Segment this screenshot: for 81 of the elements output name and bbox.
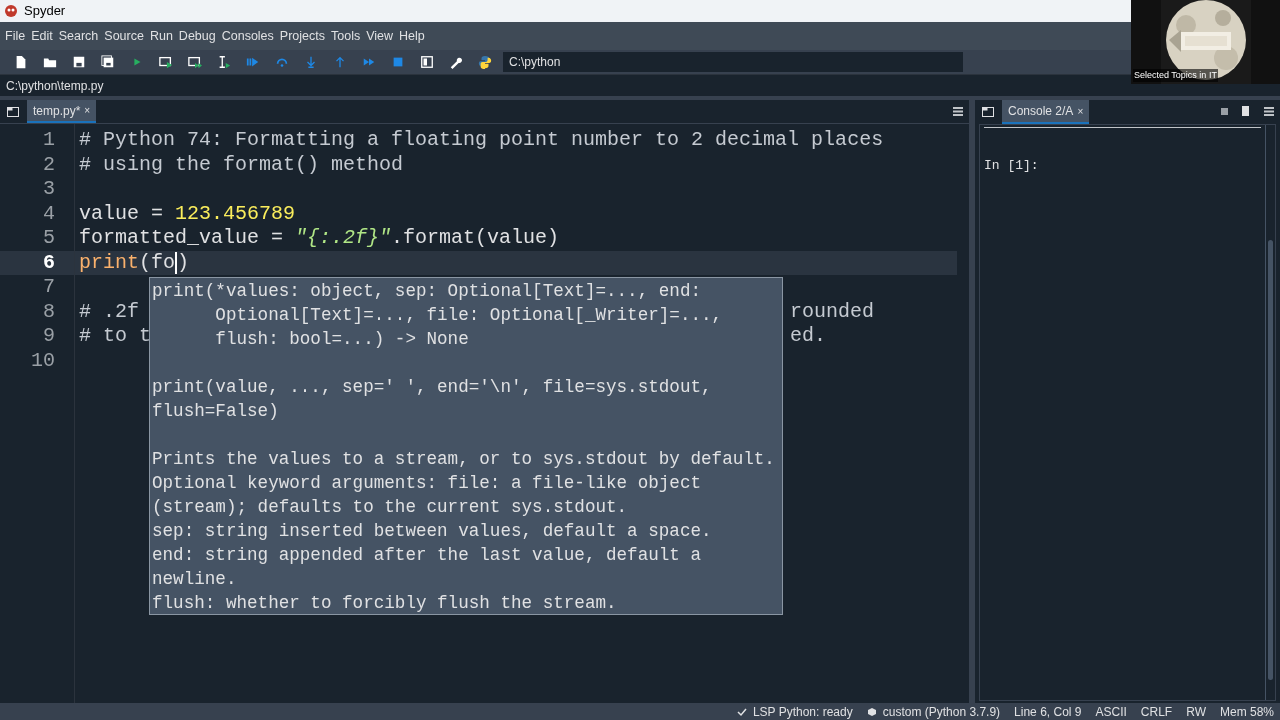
signature-line: print(*values: object, sep: Optional[Text]=..., end: — [152, 280, 702, 303]
doc-line: Prints the values to a stream, or to sys.stdout by default. — [152, 448, 776, 471]
menu-item[interactable]: Source — [101, 24, 147, 48]
close-button[interactable]: × — [84, 103, 91, 118]
scrollbar[interactable] — [1265, 125, 1275, 700]
menu-icon[interactable] — [1264, 107, 1274, 116]
code-text: 123.456789 — [175, 201, 296, 226]
code-text: # Python 74: Formatting a floating point number to 2 decimal places — [79, 128, 884, 153]
spider-logo-icon — [4, 4, 18, 18]
line-number: 3 — [42, 177, 55, 202]
status-item: LSP Python: ready — [752, 703, 853, 720]
line-number: 10 — [30, 348, 55, 373]
menu-item[interactable]: Projects — [276, 24, 328, 48]
run-cell-icon — [158, 55, 173, 69]
line-number: 2 — [42, 152, 55, 177]
usage-line: print(value, ..., sep=' ', end='\n', file=sys.stdout, — [152, 376, 713, 399]
status-item: ASCII — [1095, 703, 1127, 720]
debug-icon — [245, 55, 260, 69]
doc-line: (stream); defaults to the current sys.stdout. — [152, 496, 629, 519]
code-text: value = — [79, 201, 164, 226]
line-number: 1 — [42, 128, 55, 153]
status-item: RW — [1186, 703, 1206, 720]
menu-item[interactable]: File — [2, 24, 29, 48]
menu-item[interactable]: Debug — [175, 24, 219, 48]
code-text: ) — [177, 250, 190, 275]
doc-line: end: string appended after the last value, default a — [152, 544, 702, 567]
code-text: "{:.2f}" — [295, 226, 392, 251]
python-logo-icon — [477, 55, 492, 69]
code-text: print — [79, 250, 139, 275]
signature-line: flush: bool=...) -> None — [214, 328, 470, 351]
check-icon — [736, 706, 747, 717]
doc-line: sep: string inserted between values, default a space. — [152, 520, 713, 543]
line-number: 5 — [42, 226, 55, 251]
video-caption: Selected Topics in IT — [1133, 68, 1218, 82]
tab[interactable]: temp.py* × — [27, 100, 97, 123]
working-directory-field[interactable]: C:\python — [503, 52, 963, 72]
line-number: 9 — [42, 324, 55, 349]
doc-line: flush: whether to forcibly flush the stream. — [152, 592, 618, 615]
window-title: Spyder — [24, 2, 66, 21]
status-item: Line 6, Col 9 — [1014, 703, 1082, 720]
code-text: # to t — [79, 324, 151, 349]
code-text: .format(value) — [391, 226, 560, 251]
menu-item[interactable]: Run — [146, 24, 176, 48]
tab-label: temp.py* — [33, 102, 81, 120]
save-all-icon — [100, 55, 115, 69]
menu-item[interactable]: Consoles — [218, 24, 277, 48]
folder-icon[interactable] — [982, 107, 994, 117]
doc-line: Optional keyword arguments: file: a file-like object — [152, 472, 702, 495]
code-text: (fo — [139, 250, 176, 275]
code-text: ed. — [790, 324, 826, 349]
menu-item[interactable]: Search — [55, 24, 102, 48]
status-item: custom (Python 3.7.9) — [882, 703, 1001, 720]
line-number: 8 — [42, 299, 55, 324]
doc-line: newline. — [152, 568, 238, 591]
text-cursor — [175, 251, 178, 274]
close-button[interactable]: × — [1077, 103, 1084, 119]
console-prompt: In [1]: — [984, 157, 1040, 175]
menu-item[interactable]: Tools — [328, 24, 364, 48]
copy-icon[interactable] — [1241, 105, 1250, 117]
signature-line: Optional[Text]=..., file: Optional[_Writer]=..., — [214, 304, 724, 327]
menu-icon[interactable] — [953, 107, 963, 116]
line-number: 7 — [42, 275, 55, 300]
usage-line: flush=False) — [152, 400, 280, 423]
maximize-pane-icon — [419, 55, 434, 69]
save-icon — [71, 55, 86, 69]
status-item: CRLF — [1140, 703, 1173, 720]
code-text: formatted_value = — [79, 226, 285, 251]
cube-icon — [866, 706, 877, 717]
code-text: # .2f — [79, 299, 139, 324]
menu-item[interactable]: Edit — [28, 24, 56, 48]
menu-item[interactable]: View — [363, 24, 397, 48]
status-item: Mem 58% — [1219, 703, 1274, 720]
tab[interactable]: Console 2/A × — [1002, 100, 1090, 124]
code-text: rounded — [790, 299, 874, 324]
code-text: # using the format() method — [79, 152, 404, 177]
folder-icon[interactable] — [7, 106, 19, 117]
run-cell-advance-icon — [187, 55, 202, 69]
tab-label: Console 2/A — [1008, 103, 1074, 120]
menu-item[interactable]: Help — [396, 24, 428, 48]
line-number: 6 — [42, 250, 55, 275]
line-number: 4 — [42, 201, 55, 226]
